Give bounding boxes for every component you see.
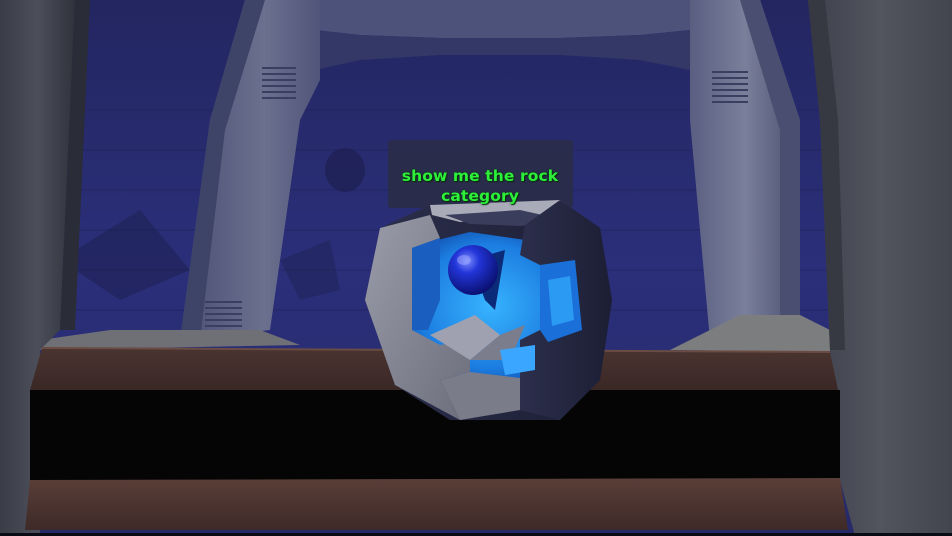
game-viewport[interactable]: show me the rock category bbox=[0, 0, 952, 536]
cube-frame-object[interactable] bbox=[365, 200, 612, 420]
object-caption: show me the rock category bbox=[401, 167, 559, 205]
top-arch bbox=[315, 0, 690, 38]
counter-base bbox=[25, 478, 848, 530]
blue-sphere[interactable] bbox=[448, 245, 498, 295]
scene-render bbox=[0, 0, 952, 536]
